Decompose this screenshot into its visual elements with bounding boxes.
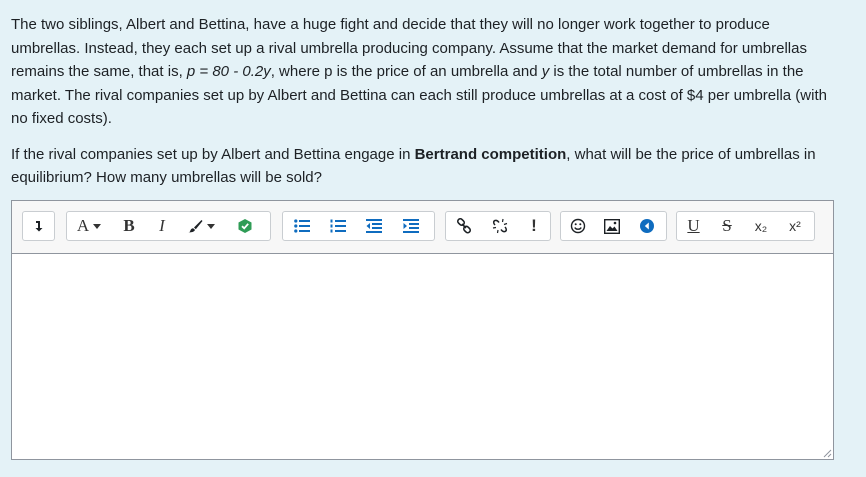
toolbar-group-insert [560, 211, 667, 241]
italic-button[interactable]: I [147, 212, 177, 240]
toolbar-group-style: A B I [66, 211, 271, 241]
toolbar-group-format: U S x₂ x² [676, 211, 815, 241]
subscript-button[interactable]: x₂ [744, 212, 778, 240]
unordered-list-icon [293, 219, 310, 233]
arrow-down-icon [35, 221, 42, 232]
unordered-list-button[interactable] [283, 212, 320, 240]
insert-media-button[interactable] [629, 212, 665, 240]
bold-button[interactable]: B [111, 212, 147, 240]
accessibility-checker-icon [238, 219, 252, 233]
answer-text-area[interactable] [12, 254, 833, 459]
question-paragraph-2: If the rival companies set up by Albert … [11, 143, 841, 190]
underline-button[interactable]: U [677, 212, 710, 240]
accessibility-checker-button[interactable] [225, 212, 265, 240]
superscript-icon: x² [789, 218, 801, 234]
font-color-button[interactable] [177, 212, 225, 240]
chevron-down-icon [93, 223, 102, 229]
exclamation-icon: ! [531, 216, 537, 235]
font-style-icon: A [76, 216, 90, 235]
toolbar-group-lists [282, 211, 435, 241]
question-text-part: If the rival companies set up by Albert … [11, 145, 415, 163]
unlink-button[interactable] [482, 212, 518, 240]
image-icon [604, 218, 620, 234]
link-icon [456, 218, 472, 234]
insert-image-button[interactable] [595, 212, 629, 240]
show-more-buttons-button[interactable] [23, 212, 54, 240]
ordered-list-icon [330, 219, 346, 233]
chevron-down-icon [207, 223, 215, 229]
resize-handle-icon[interactable] [822, 448, 832, 458]
question-text: The two siblings, Albert and Bettina, ha… [11, 13, 841, 202]
outdent-icon [366, 219, 382, 233]
answer-editor: A B I ! U S x₂ x² [11, 200, 834, 460]
outdent-button[interactable] [356, 212, 392, 240]
strikethrough-icon: S [722, 216, 732, 235]
unlink-icon [492, 218, 508, 234]
italic-icon: I [159, 216, 165, 235]
emoji-button[interactable] [561, 212, 595, 240]
brush-icon [188, 220, 203, 233]
subscript-icon: x₂ [754, 218, 768, 234]
question-text-part: , where p is the price of an umbrella an… [270, 63, 542, 80]
editor-toolbar: A B I ! U S x₂ x² [12, 201, 833, 254]
no-autolink-button[interactable]: ! [518, 212, 550, 240]
indent-icon [403, 219, 419, 233]
bertrand-competition-term: Bertrand competition [414, 145, 567, 163]
question-paragraph-1: The two siblings, Albert and Bettina, ha… [11, 13, 841, 131]
demand-equation: p = 80 - 0.2y [186, 63, 271, 80]
underline-icon: U [687, 216, 700, 235]
strikethrough-button[interactable]: S [710, 212, 744, 240]
superscript-button[interactable]: x² [778, 212, 812, 240]
toolbar-group-links: ! [445, 211, 551, 241]
toolbar-group-collapse [22, 211, 55, 241]
link-button[interactable] [446, 212, 482, 240]
indent-button[interactable] [392, 212, 430, 240]
bold-icon: B [123, 216, 135, 235]
paragraph-style-button[interactable]: A [67, 212, 111, 240]
media-play-icon [640, 219, 654, 233]
smiley-icon [570, 218, 586, 234]
ordered-list-button[interactable] [320, 212, 356, 240]
